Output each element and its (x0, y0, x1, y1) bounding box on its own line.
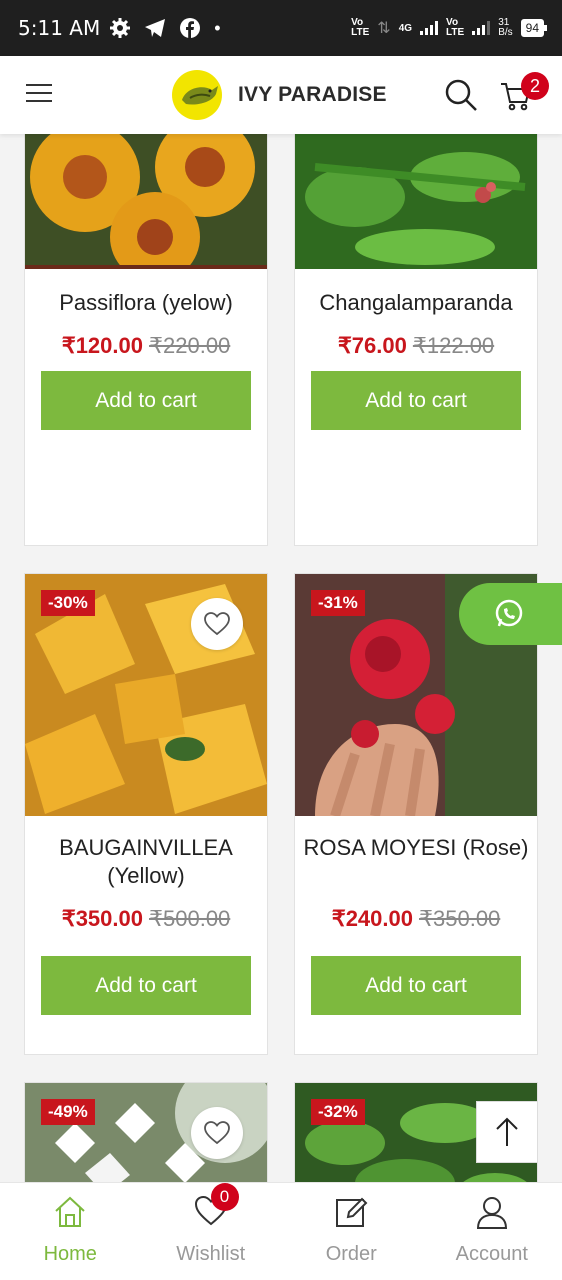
product-name[interactable]: Passiflora (yelow) (25, 289, 267, 317)
original-price: ₹500.00 (149, 906, 231, 931)
status-icons-left: • (110, 17, 221, 39)
whatsapp-icon (495, 599, 523, 627)
original-price: ₹350.00 (419, 906, 501, 931)
volte-label-2: Vo LTE (446, 17, 465, 38)
nav-account[interactable]: Account (422, 1183, 562, 1280)
telegram-icon (145, 19, 166, 37)
sale-price: ₹120.00 (61, 333, 143, 358)
status-bar: 5:11 AM • Vo LTE ⇅ 4G Vo LTE 31 B/s 94 (0, 0, 562, 56)
nav-home[interactable]: Home (0, 1183, 141, 1280)
notification-dot-icon: • (214, 17, 221, 38)
nav-home-label: Home (43, 1243, 97, 1265)
product-name[interactable]: ROSA MOYESI (Rose) (295, 834, 537, 862)
sale-price: ₹240.00 (331, 906, 413, 931)
discount-badge: -32% (311, 1099, 365, 1125)
status-time: 5:11 AM (18, 16, 101, 40)
scroll-to-top-button[interactable] (476, 1101, 538, 1163)
whatsapp-button[interactable] (459, 583, 562, 645)
volte-label: Vo LTE (351, 17, 370, 38)
signal-bars-icon (420, 21, 439, 35)
product-name[interactable]: BAUGAINVILLEA (Yellow) (25, 834, 267, 890)
add-to-cart-button[interactable]: Add to cart (311, 956, 521, 1015)
product-name[interactable]: Changalamparanda (295, 289, 537, 317)
battery-icon: 94 (520, 19, 548, 37)
product-price: ₹240.00 ₹350.00 (295, 906, 537, 932)
settings-gear-icon (110, 18, 131, 38)
facebook-icon (180, 18, 201, 38)
product-card[interactable]: -49% (24, 1082, 268, 1182)
original-price: ₹220.00 (149, 333, 231, 358)
home-icon (55, 1196, 85, 1227)
add-to-cart-button[interactable]: Add to cart (311, 371, 521, 430)
discount-badge: -31% (311, 590, 365, 616)
logo-text: IVY PARADISE (238, 83, 387, 106)
product-price: ₹76.00 ₹122.00 (295, 333, 537, 359)
site-logo[interactable]: IVY PARADISE (172, 70, 387, 120)
sale-price: ₹350.00 (61, 906, 143, 931)
product-card[interactable]: -31% ROSA MOYESI (Rose) ₹240.00 ₹350.00 A… (294, 573, 538, 1055)
wishlist-count-badge: 0 (210, 1183, 239, 1211)
product-image[interactable] (25, 134, 267, 269)
discount-badge: -49% (41, 1099, 95, 1125)
status-icons-right: Vo LTE ⇅ 4G Vo LTE 31 B/s 94 (351, 17, 548, 38)
user-icon (476, 1197, 507, 1229)
nav-order-label: Order (325, 1243, 377, 1265)
search-icon[interactable] (444, 78, 478, 112)
bird-logo-icon (172, 70, 222, 120)
edit-order-icon (336, 1197, 368, 1227)
product-image[interactable] (295, 134, 537, 269)
signal-bars-icon-2 (472, 21, 491, 35)
product-price: ₹120.00 ₹220.00 (25, 333, 267, 359)
app-header: IVY PARADISE (0, 56, 562, 134)
nav-account-label: Account (455, 1243, 528, 1265)
discount-badge: -30% (41, 590, 95, 616)
wishlist-heart-icon[interactable] (191, 598, 243, 650)
sale-price: ₹76.00 (337, 333, 407, 358)
data-arrows-icon: ⇅ (377, 20, 391, 37)
product-card[interactable]: -30% BAUGAINVILLEA (Yellow) ₹350.00 ₹500.… (24, 573, 268, 1055)
net-speed-label: 31 B/s (498, 17, 513, 38)
hamburger-menu-icon[interactable] (26, 84, 52, 104)
original-price: ₹122.00 (412, 333, 495, 358)
nav-wishlist-label: Wishlist (176, 1243, 246, 1265)
wishlist-heart-icon[interactable] (191, 1107, 243, 1159)
add-to-cart-button[interactable]: Add to cart (41, 371, 251, 430)
nav-wishlist[interactable]: 0 Wishlist (141, 1183, 282, 1280)
product-price: ₹350.00 ₹500.00 (25, 906, 267, 932)
product-grid: Passiflora (yelow) ₹120.00 ₹220.00 Add to… (0, 134, 562, 1182)
add-to-cart-button[interactable]: Add to cart (41, 956, 251, 1015)
bottom-navigation: Home 0 Wishlist Order Account (0, 1182, 562, 1280)
arrow-up-icon (496, 1117, 518, 1146)
cart-count-badge: 2 (521, 72, 549, 100)
product-card[interactable]: Changalamparanda ₹76.00 ₹122.00 Add to ca… (294, 134, 538, 546)
product-card[interactable]: Passiflora (yelow) ₹120.00 ₹220.00 Add to… (24, 134, 268, 546)
nav-order[interactable]: Order (281, 1183, 422, 1280)
signal-4g-label: 4G (398, 22, 413, 34)
